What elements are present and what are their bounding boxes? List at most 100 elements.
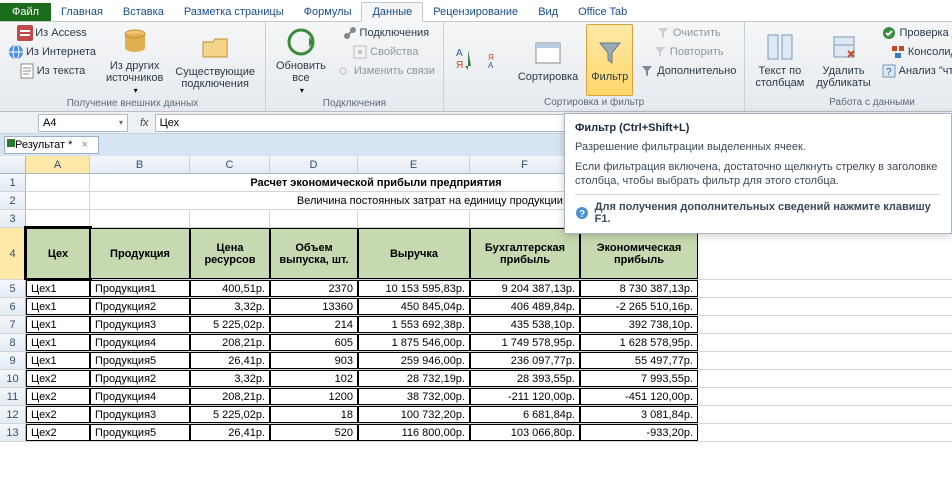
data-cell[interactable]: -451 120,00р. bbox=[580, 388, 698, 405]
data-cell[interactable]: Продукция2 bbox=[90, 370, 190, 387]
data-cell[interactable]: 435 538,10р. bbox=[470, 316, 580, 333]
data-cell[interactable]: 26,41р. bbox=[190, 424, 270, 441]
header-cell[interactable]: Цена ресурсов bbox=[190, 228, 270, 279]
consolidate-button[interactable]: Консолидация bbox=[879, 43, 952, 61]
data-cell[interactable]: Цех2 bbox=[26, 424, 90, 441]
data-cell[interactable]: 6 681,84р. bbox=[470, 406, 580, 423]
data-validation-button[interactable]: Проверка данных bbox=[879, 24, 952, 42]
data-cell[interactable]: Продукция2 bbox=[90, 298, 190, 315]
data-cell[interactable]: 103 066,80р. bbox=[470, 424, 580, 441]
data-cell[interactable]: 208,21р. bbox=[190, 388, 270, 405]
data-cell[interactable]: 18 bbox=[270, 406, 358, 423]
row-header[interactable]: 10 bbox=[0, 370, 26, 387]
row-header[interactable]: 11 bbox=[0, 388, 26, 405]
data-cell[interactable]: 214 bbox=[270, 316, 358, 333]
data-cell[interactable]: 100 732,20р. bbox=[358, 406, 470, 423]
col-header[interactable]: D bbox=[270, 156, 358, 173]
data-cell[interactable]: 208,21р. bbox=[190, 334, 270, 351]
data-cell[interactable]: 1 553 692,38р. bbox=[358, 316, 470, 333]
data-cell[interactable]: 1 875 546,00р. bbox=[358, 334, 470, 351]
col-header[interactable]: B bbox=[90, 156, 190, 173]
data-cell[interactable]: Продукция5 bbox=[90, 424, 190, 441]
data-cell[interactable]: Продукция4 bbox=[90, 334, 190, 351]
data-cell[interactable]: 3,32р. bbox=[190, 370, 270, 387]
existing-conn-button[interactable]: Существующие подключения bbox=[171, 24, 259, 97]
data-cell[interactable]: 28 732,19р. bbox=[358, 370, 470, 387]
row-header[interactable]: 2 bbox=[0, 192, 26, 209]
data-cell[interactable]: Продукция3 bbox=[90, 406, 190, 423]
data-cell[interactable]: Продукция3 bbox=[90, 316, 190, 333]
tab-office[interactable]: Office Tab bbox=[568, 3, 637, 21]
header-cell[interactable]: Продукция bbox=[90, 228, 190, 279]
data-cell[interactable]: Цех2 bbox=[26, 370, 90, 387]
data-cell[interactable]: 903 bbox=[270, 352, 358, 369]
data-cell[interactable]: 406 489,84р. bbox=[470, 298, 580, 315]
row-header[interactable]: 9 bbox=[0, 352, 26, 369]
advanced-filter-button[interactable]: Дополнительно bbox=[637, 62, 738, 80]
clear-filter-button[interactable]: Очистить bbox=[637, 24, 738, 42]
data-cell[interactable]: 5 225,02р. bbox=[190, 316, 270, 333]
data-cell[interactable]: Цех1 bbox=[26, 298, 90, 315]
tab-page-layout[interactable]: Разметка страницы bbox=[174, 3, 294, 21]
data-cell[interactable]: 5 225,02р. bbox=[190, 406, 270, 423]
data-cell[interactable]: 392 738,10р. bbox=[580, 316, 698, 333]
connections-button[interactable]: Подключения bbox=[334, 24, 437, 42]
data-cell[interactable]: 236 097,77р. bbox=[470, 352, 580, 369]
tab-formulas[interactable]: Формулы bbox=[294, 3, 362, 21]
data-cell[interactable]: 7 993,55р. bbox=[580, 370, 698, 387]
sort-az-button[interactable]: АЯ bbox=[450, 24, 478, 96]
data-cell[interactable]: 259 946,00р. bbox=[358, 352, 470, 369]
subtitle-cell[interactable]: Величина постоянных затрат на единицу пр… bbox=[90, 192, 570, 209]
data-cell[interactable]: -211 120,00р. bbox=[470, 388, 580, 405]
row-header[interactable]: 12 bbox=[0, 406, 26, 423]
data-cell[interactable]: 400,51р. bbox=[190, 280, 270, 297]
data-cell[interactable]: Цех1 bbox=[26, 280, 90, 297]
tab-view[interactable]: Вид bbox=[528, 3, 568, 21]
header-cell[interactable]: Объем выпуска, шт. bbox=[270, 228, 358, 279]
fx-icon[interactable]: fx bbox=[134, 117, 155, 129]
data-cell[interactable]: 8 730 387,13р. bbox=[580, 280, 698, 297]
sort-button[interactable]: Сортировка bbox=[514, 24, 582, 96]
data-cell[interactable]: 2370 bbox=[270, 280, 358, 297]
from-text-button[interactable]: Из текста bbox=[6, 62, 98, 80]
row-header[interactable]: 8 bbox=[0, 334, 26, 351]
data-cell[interactable]: 26,41р. bbox=[190, 352, 270, 369]
header-cell[interactable]: Экономическая прибыль bbox=[580, 228, 698, 279]
data-cell[interactable]: Цех1 bbox=[26, 352, 90, 369]
data-cell[interactable]: 450 845,04р. bbox=[358, 298, 470, 315]
sort-za-button[interactable]: ЯА bbox=[482, 24, 510, 96]
data-cell[interactable]: Цех1 bbox=[26, 334, 90, 351]
data-cell[interactable]: 1200 bbox=[270, 388, 358, 405]
tab-insert[interactable]: Вставка bbox=[113, 3, 174, 21]
whatif-button[interactable]: ? Анализ "что если" bbox=[879, 62, 952, 80]
row-header[interactable]: 5 bbox=[0, 280, 26, 297]
col-header[interactable]: E bbox=[358, 156, 470, 173]
header-cell[interactable]: Цех bbox=[26, 228, 90, 279]
from-access-button[interactable]: Из Access bbox=[6, 24, 98, 42]
row-header[interactable]: 7 bbox=[0, 316, 26, 333]
data-cell[interactable]: Цех1 bbox=[26, 316, 90, 333]
data-cell[interactable]: 3,32р. bbox=[190, 298, 270, 315]
data-cell[interactable]: 38 732,00р. bbox=[358, 388, 470, 405]
header-cell[interactable]: Бухгалтерская прибыль bbox=[470, 228, 580, 279]
data-cell[interactable]: Продукция5 bbox=[90, 352, 190, 369]
data-cell[interactable]: 55 497,77р. bbox=[580, 352, 698, 369]
row-header[interactable]: 13 bbox=[0, 424, 26, 441]
data-cell[interactable]: Цех2 bbox=[26, 406, 90, 423]
data-cell[interactable]: 520 bbox=[270, 424, 358, 441]
from-other-button[interactable]: Из других источников▾ bbox=[102, 24, 167, 97]
data-cell[interactable]: Продукция4 bbox=[90, 388, 190, 405]
data-cell[interactable]: 3 081,84р. bbox=[580, 406, 698, 423]
data-cell[interactable]: 605 bbox=[270, 334, 358, 351]
col-header[interactable]: C bbox=[190, 156, 270, 173]
reapply-button[interactable]: Повторить bbox=[637, 43, 738, 61]
data-cell[interactable]: 13360 bbox=[270, 298, 358, 315]
data-cell[interactable]: Цех2 bbox=[26, 388, 90, 405]
data-cell[interactable]: 1 749 578,95р. bbox=[470, 334, 580, 351]
filter-button[interactable]: Фильтр bbox=[586, 24, 633, 96]
remove-duplicates-button[interactable]: Удалить дубликаты bbox=[812, 24, 874, 96]
tab-home[interactable]: Главная bbox=[51, 3, 113, 21]
data-cell[interactable]: 1 628 578,95р. bbox=[580, 334, 698, 351]
from-web-button[interactable]: Из Интернета bbox=[6, 43, 98, 61]
properties-button[interactable]: Свойства bbox=[334, 43, 437, 61]
